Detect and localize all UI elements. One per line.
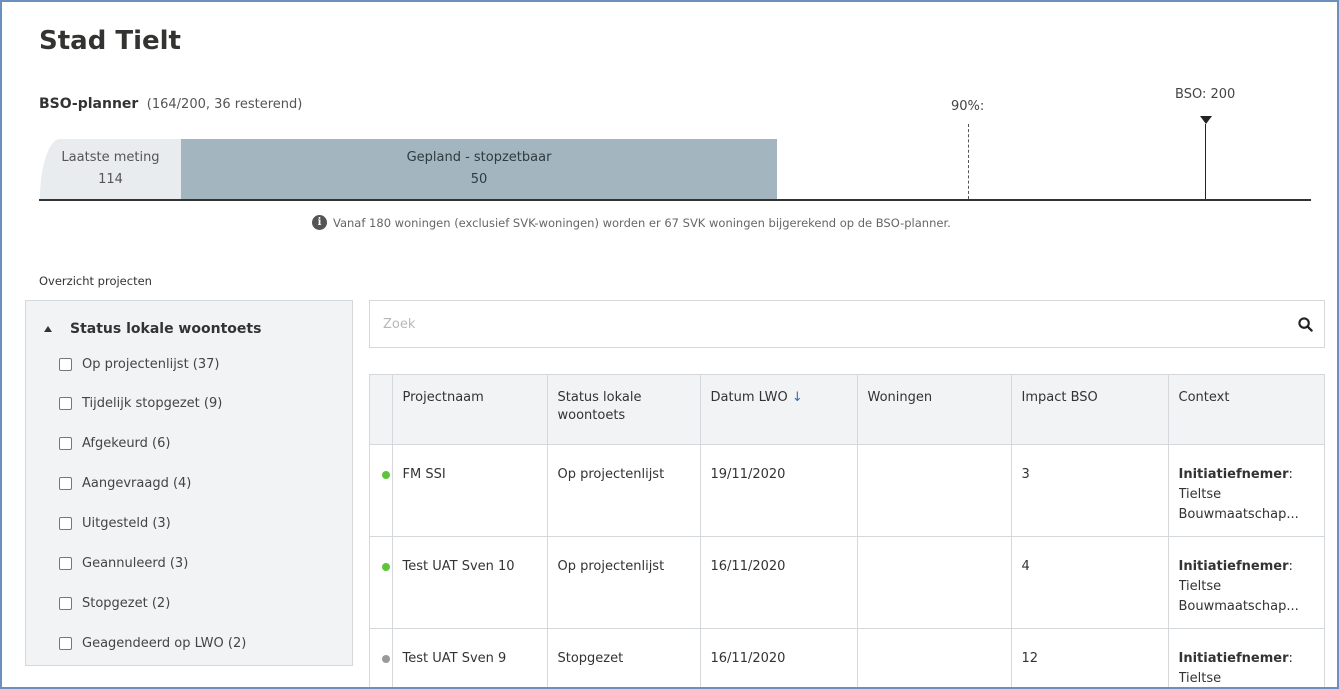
checkbox[interactable] — [59, 596, 72, 610]
context-line: Bouwmaatschap... — [1178, 598, 1299, 614]
cell-status: Op projectenlijst — [547, 444, 701, 537]
filter-item[interactable]: Aangevraagd (4) — [26, 463, 352, 503]
column-header-status[interactable]: Status lokale woontoets — [547, 375, 701, 445]
status-dot-icon — [382, 562, 390, 571]
cell-context: Initiatiefnemer: Tieltse Bouwmaatschap..… — [1168, 444, 1324, 537]
checkbox[interactable] — [59, 357, 72, 371]
triangle-up-icon — [44, 326, 52, 332]
checkbox[interactable] — [59, 516, 72, 530]
table-row[interactable]: Test UAT Sven 10 Op projectenlijst 16/11… — [370, 536, 1324, 629]
checkbox[interactable] — [59, 636, 72, 650]
bso-marker-label: BSO: 200 — [1175, 87, 1236, 102]
filter-item-label: Tijdelijk stopgezet (9) — [82, 395, 223, 411]
filter-group-toggle[interactable]: Status lokale woontoets — [26, 301, 352, 345]
column-header-context[interactable]: Context — [1168, 375, 1324, 445]
bar-laatste-meting: Laatste meting 114 — [40, 139, 181, 199]
context-line: Bouwmaatschap... — [1178, 506, 1299, 522]
planner-info-note: i Vanaf 180 woningen (exclusief SVK-woni… — [312, 215, 951, 230]
planner-axis — [39, 199, 1311, 201]
cell-impact-bso: 12 — [1011, 628, 1169, 687]
planner-title: BSO-planner — [39, 96, 139, 112]
context-label: Initiatiefnemer — [1178, 466, 1289, 482]
overview-label: Overzicht projecten — [39, 274, 152, 288]
cell-projectnaam: Test UAT Sven 10 — [392, 536, 548, 629]
column-header-woningen[interactable]: Woningen — [857, 375, 1012, 445]
filter-item-label: Op projectenlijst (37) — [82, 356, 220, 372]
pct-marker-line — [968, 124, 969, 199]
bar-value: 114 — [98, 172, 123, 187]
column-header-projectnaam[interactable]: Projectnaam — [392, 375, 548, 445]
planner-subtitle: (164/200, 36 resterend) — [146, 97, 303, 112]
table-header-row: Projectnaam Status lokale woontoets Datu… — [370, 375, 1324, 445]
table-row[interactable]: Test UAT Sven 9 Stopgezet 16/11/2020 12 … — [370, 628, 1324, 687]
cell-impact-bso: 3 — [1011, 444, 1169, 537]
table-row[interactable]: FM SSI Op projectenlijst 19/11/2020 3 In… — [370, 444, 1324, 537]
filter-group-title: Status lokale woontoets — [70, 321, 262, 337]
context-line: Tieltse — [1178, 578, 1222, 594]
context-label: Initiatiefnemer — [1178, 558, 1289, 574]
cell-woningen — [857, 444, 1012, 537]
filter-item-label: Uitgesteld (3) — [82, 515, 171, 531]
column-header-impact-bso[interactable]: Impact BSO — [1011, 375, 1169, 445]
cell-context: Initiatiefnemer: Tieltse Bouwmaatschap..… — [1168, 628, 1324, 687]
row-status-indicator — [370, 536, 393, 629]
filter-item-label: Geannuleerd (3) — [82, 555, 189, 571]
filter-item-label: Geagendeerd op LWO (2) — [82, 635, 247, 651]
search-button[interactable] — [1286, 301, 1324, 347]
context-line: Tieltse — [1178, 486, 1222, 502]
filter-item[interactable]: Stopgezet (2) — [26, 583, 352, 623]
bso-marker-arrow-icon — [1200, 116, 1212, 124]
filter-item[interactable]: Uitgesteld (3) — [26, 503, 352, 543]
filter-item-label: Aangevraagd (4) — [82, 475, 192, 491]
projects-table: Projectnaam Status lokale woontoets Datu… — [369, 374, 1325, 687]
search-input[interactable] — [370, 301, 1286, 347]
status-dot-icon — [382, 470, 390, 479]
bar-label: Gepland - stopzetbaar — [406, 150, 552, 165]
app-window: Stad Tielt BSO-planner (164/200, 36 rest… — [0, 0, 1339, 689]
info-icon: i — [312, 215, 327, 230]
checkbox[interactable] — [59, 476, 72, 490]
bar-label: Laatste meting — [61, 150, 160, 165]
checkbox[interactable] — [59, 556, 72, 570]
bar-gepland-stopzetbaar: Gepland - stopzetbaar 50 — [181, 139, 777, 199]
filter-item-label: Afgekeurd (6) — [82, 435, 171, 451]
cell-projectnaam: Test UAT Sven 9 — [392, 628, 548, 687]
search-icon — [1297, 316, 1313, 332]
page-title: Stad Tielt — [39, 26, 181, 56]
row-status-indicator — [370, 628, 393, 687]
bar-value: 50 — [470, 172, 488, 187]
cell-context: Initiatiefnemer: Tieltse Bouwmaatschap..… — [1168, 536, 1324, 629]
checkbox[interactable] — [59, 436, 72, 450]
cell-datum-lwo: 19/11/2020 — [700, 444, 858, 537]
filter-item[interactable]: Tijdelijk stopgezet (9) — [26, 383, 352, 423]
filter-item-label: Stopgezet (2) — [82, 595, 171, 611]
cell-projectnaam: FM SSI — [392, 444, 548, 537]
cell-status: Op projectenlijst — [547, 536, 701, 629]
cell-woningen — [857, 628, 1012, 687]
column-header-status-indicator — [370, 375, 393, 445]
cell-datum-lwo: 16/11/2020 — [700, 536, 858, 629]
cell-woningen — [857, 536, 1012, 629]
search-bar — [369, 300, 1325, 348]
cell-impact-bso: 4 — [1011, 536, 1169, 629]
column-header-datum-lwo[interactable]: Datum LWO ↓ — [700, 375, 858, 445]
cell-datum-lwo: 16/11/2020 — [700, 628, 858, 687]
checkbox[interactable] — [59, 396, 72, 410]
filter-item[interactable]: Geannuleerd (3) — [26, 543, 352, 583]
info-text: Vanaf 180 woningen (exclusief SVK-woning… — [333, 215, 951, 230]
bso-marker-line — [1205, 124, 1206, 199]
status-dot-icon — [382, 654, 390, 663]
pct-marker-label: 90%: — [951, 99, 985, 114]
row-status-indicator — [370, 444, 393, 537]
filter-item[interactable]: Geagendeerd op LWO (2) — [26, 623, 352, 663]
planner-header: BSO-planner (164/200, 36 resterend) — [39, 96, 302, 112]
sort-arrow-icon: ↓ — [791, 390, 803, 405]
context-line: Tieltse — [1178, 670, 1222, 686]
filter-panel: Status lokale woontoets Op projectenlijs… — [25, 300, 353, 666]
context-label: Initiatiefnemer — [1178, 650, 1289, 666]
cell-status: Stopgezet — [547, 628, 701, 687]
filter-item[interactable]: Op projectenlijst (37) — [26, 345, 352, 383]
filter-item[interactable]: Afgekeurd (6) — [26, 423, 352, 463]
